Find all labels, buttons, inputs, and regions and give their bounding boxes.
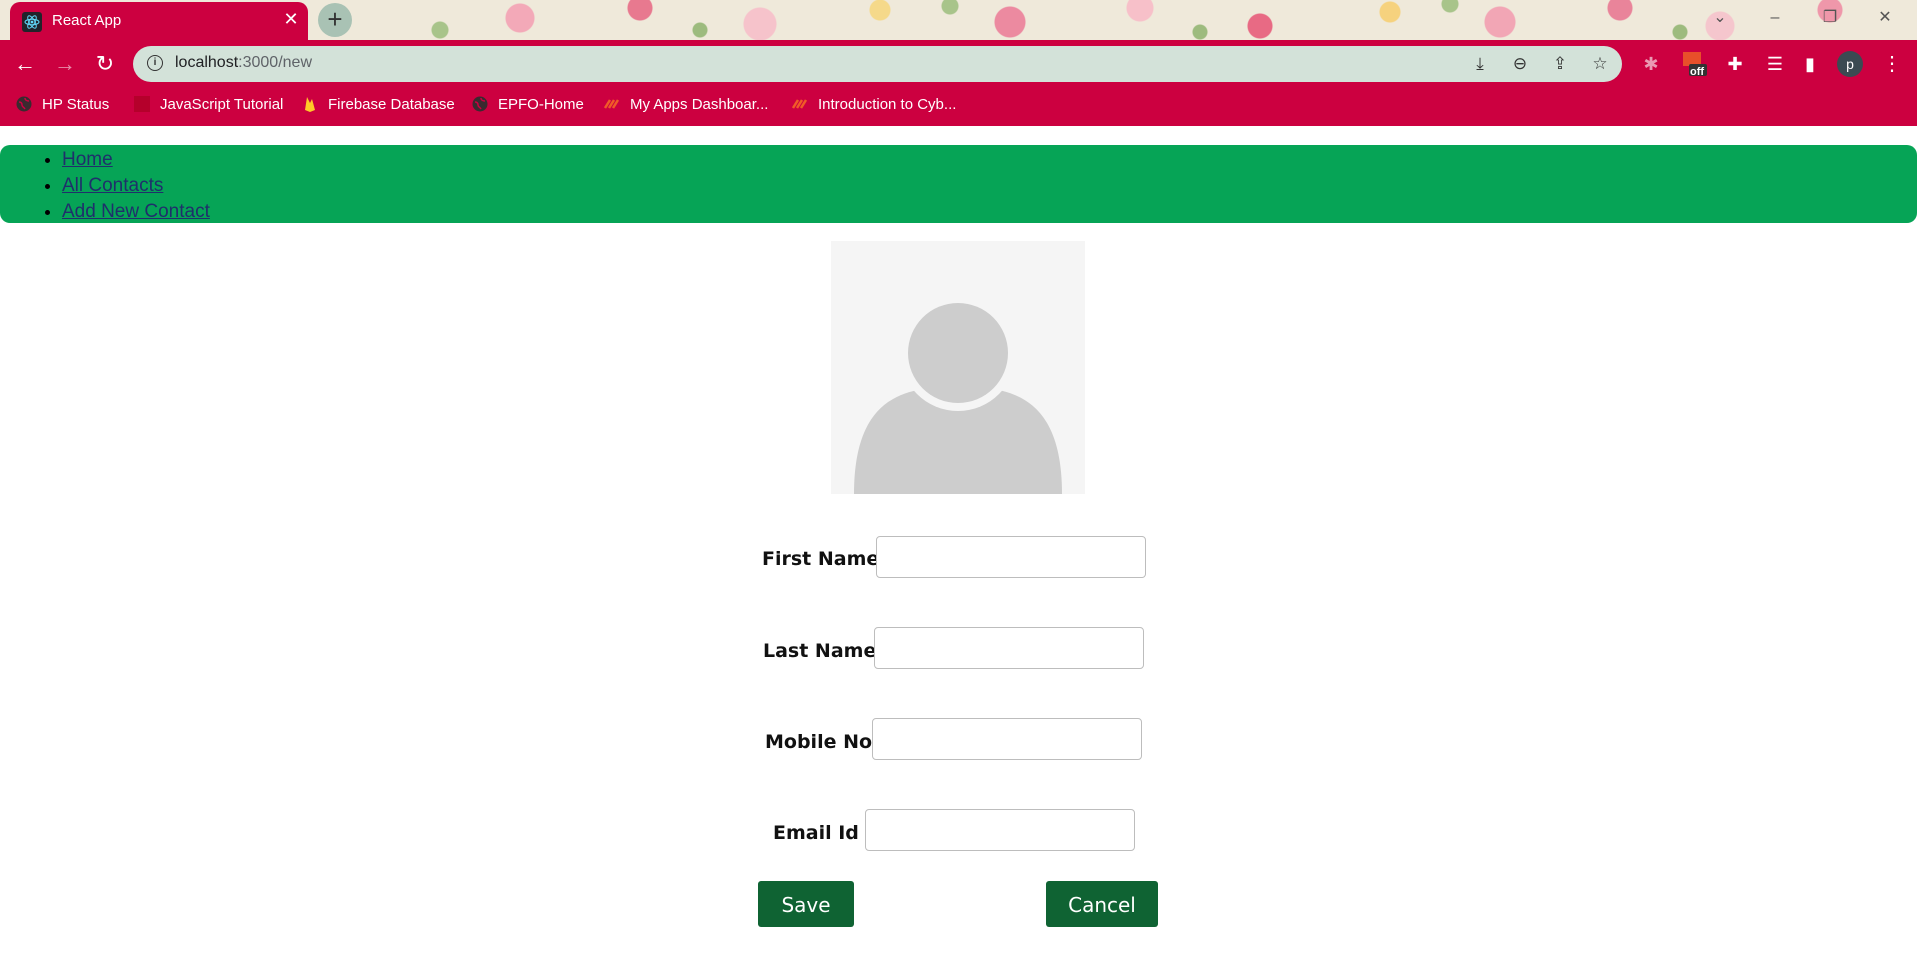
bookmark-label: EPFO-Home <box>498 95 584 113</box>
bug-extension-icon[interactable]: ✱ <box>1637 50 1665 78</box>
address-bar[interactable]: i localhost:3000/new ⤓ ⊖ ⇪ ☆ <box>133 46 1622 82</box>
nav-link-all-contacts[interactable]: All Contacts <box>62 175 163 196</box>
globe-icon <box>16 96 32 112</box>
bookmark-firebase-database[interactable]: Firebase Database <box>302 92 455 116</box>
last-name-label: Last Name : <box>763 640 891 662</box>
browser-menu-icon[interactable]: ⋮ <box>1882 50 1902 78</box>
last-name-input[interactable] <box>874 627 1144 669</box>
browser-toolbar: ← → ↻ i localhost:3000/new ⤓ ⊖ ⇪ ☆ ✱ off… <box>0 40 1917 126</box>
avatar-placeholder <box>831 241 1085 494</box>
nav-list: Home All Contacts Add New Contact <box>0 147 1917 225</box>
media-control-icon[interactable]: ☰ <box>1761 50 1789 78</box>
profile-avatar[interactable]: p <box>1837 51 1863 77</box>
back-button[interactable]: ← <box>9 48 41 80</box>
restore-button[interactable]: ❐ <box>1810 4 1850 32</box>
site-info-icon[interactable]: i <box>147 55 163 71</box>
bookmark-star-icon[interactable]: ☆ <box>1588 53 1612 75</box>
firebase-icon <box>305 97 315 112</box>
bookmark-label: JavaScript Tutorial <box>160 95 284 113</box>
nav-item: All Contacts <box>62 173 1917 199</box>
cancel-button[interactable]: Cancel <box>1046 881 1158 927</box>
tab-react-app[interactable]: React App ✕ <box>10 2 308 40</box>
url-text[interactable]: localhost:3000/new <box>175 54 312 72</box>
email-input[interactable] <box>865 809 1135 851</box>
js-icon <box>134 96 150 112</box>
side-panel-icon[interactable]: ▮ <box>1796 50 1824 78</box>
zoom-out-icon[interactable]: ⊖ <box>1508 53 1532 75</box>
install-app-icon[interactable]: ⤓ <box>1468 53 1492 75</box>
tab-strip: React App ✕ + ⌄ – ❐ ✕ <box>0 0 1917 40</box>
bookmark-label: Firebase Database <box>328 95 455 113</box>
nav-link-add-new-contact[interactable]: Add New Contact <box>62 201 210 222</box>
bookmark-label: Introduction to Cyb... <box>818 95 957 113</box>
bookmark-my-apps-dashboard[interactable]: My Apps Dashboar... <box>604 92 768 116</box>
first-name-input[interactable] <box>876 536 1146 578</box>
save-button[interactable]: Save <box>758 881 854 927</box>
minimize-button[interactable]: – <box>1755 4 1795 32</box>
close-tab-icon[interactable]: ✕ <box>280 8 302 30</box>
apps-icon <box>604 99 620 109</box>
globe-icon <box>472 96 488 112</box>
pdf-badge-text: off <box>1690 66 1705 78</box>
bookmark-introduction-to-cyb[interactable]: Introduction to Cyb... <box>792 92 956 116</box>
bookmark-javascript-tutorial[interactable]: JavaScript Tutorial <box>134 92 283 116</box>
user-silhouette-icon <box>831 241 1085 494</box>
bookmark-label: My Apps Dashboar... <box>630 95 769 113</box>
bookmark-hp-status[interactable]: HP Status <box>16 92 109 116</box>
tab-title: React App <box>52 12 122 29</box>
bookmark-epfo-home[interactable]: EPFO-Home <box>472 92 584 116</box>
mobile-input[interactable] <box>872 718 1142 760</box>
first-name-label: First Name : <box>762 548 894 570</box>
nav-link-home[interactable]: Home <box>62 149 113 170</box>
forward-button[interactable]: → <box>49 48 81 80</box>
mobile-label: Mobile No : <box>765 731 887 753</box>
tab-search-icon[interactable]: ⌄ <box>1700 4 1740 32</box>
react-icon <box>22 12 42 32</box>
close-window-button[interactable]: ✕ <box>1865 4 1905 32</box>
reload-button[interactable]: ↻ <box>89 48 121 80</box>
nav-item: Home <box>62 147 1917 173</box>
nav-item: Add New Contact <box>62 199 1917 225</box>
app-navbar: Home All Contacts Add New Contact <box>0 145 1917 223</box>
apps-icon <box>792 99 808 109</box>
share-icon[interactable]: ⇪ <box>1548 53 1572 75</box>
email-label: Email Id : <box>773 822 874 844</box>
extensions-puzzle-icon[interactable]: ✚ <box>1721 50 1749 78</box>
new-tab-button[interactable]: + <box>318 3 352 37</box>
bookmark-label: HP Status <box>42 95 110 113</box>
